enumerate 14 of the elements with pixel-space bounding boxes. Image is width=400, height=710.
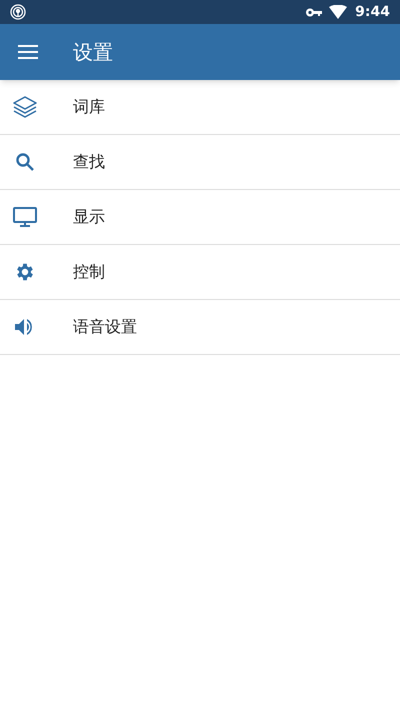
key-icon: [306, 8, 322, 16]
menu-item[interactable]: 控制: [0, 245, 400, 300]
menu-item[interactable]: 语音设置: [0, 300, 400, 355]
layers-icon: [13, 95, 37, 119]
menu-icon[interactable]: [18, 45, 38, 59]
broadcast-icon: [10, 4, 26, 20]
menu-item[interactable]: 查找: [0, 135, 400, 190]
menu-item[interactable]: 显示: [0, 190, 400, 245]
app-title: 设置: [73, 39, 113, 66]
wifi-icon: [329, 5, 348, 19]
clock-time: 9:44: [355, 2, 390, 22]
search-icon: [15, 152, 35, 172]
monitor-icon: [13, 207, 37, 227]
menu-item[interactable]: 词库: [0, 80, 400, 135]
